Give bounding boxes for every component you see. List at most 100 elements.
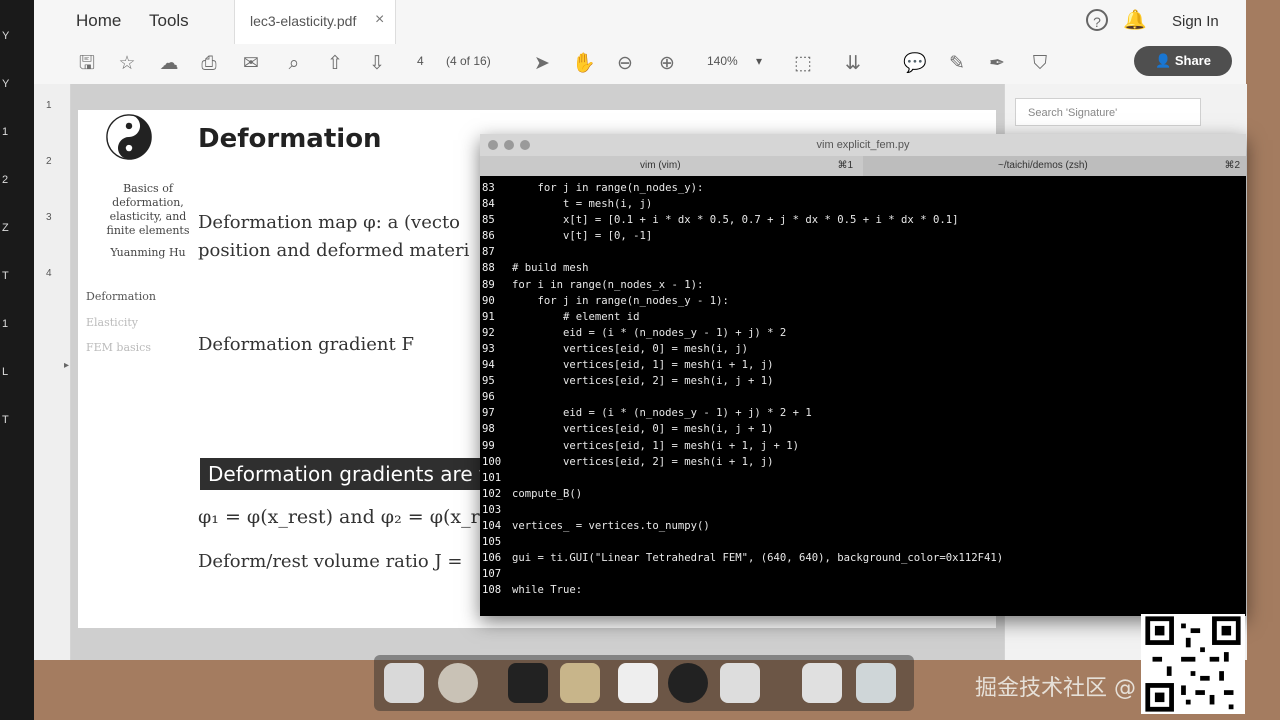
page-count: (4 of 16) <box>446 54 491 68</box>
obs-icon[interactable] <box>668 663 708 703</box>
page-thumb-1[interactable]: 1 <box>46 100 52 111</box>
nav-fem-basics[interactable]: FEM basics <box>86 341 151 354</box>
home-tab[interactable]: Home <box>76 11 121 31</box>
line-number: 91 <box>482 310 495 323</box>
slide-text-deformation-map: Deformation map φ: a (vecto <box>198 212 461 233</box>
keynote-icon[interactable] <box>560 663 600 703</box>
zoom-level-select[interactable]: 140% <box>707 54 738 68</box>
line-number: 97 <box>482 407 495 420</box>
print-icon[interactable]: ⎙ <box>196 51 222 77</box>
document-tab[interactable]: lec3-elasticity.pdf × <box>234 0 396 44</box>
nav-elasticity[interactable]: Elasticity <box>86 316 138 329</box>
terminal-title: vim explicit_fem.py <box>816 139 910 151</box>
nav-deformation[interactable]: Deformation <box>86 290 156 303</box>
code-line: 101 <box>482 470 1242 486</box>
zoom-in-icon[interactable]: ⊕ <box>654 51 680 77</box>
code-line: 97 eid = (i * (n_nodes_y - 1) + j) * 2 +… <box>482 405 1242 421</box>
line-number: 88 <box>482 262 495 275</box>
code-line: 104 vertices_ = vertices.to_numpy() <box>482 518 1242 534</box>
bell-icon[interactable]: 🔔 <box>1122 8 1148 34</box>
tag-icon[interactable]: ⛉ <box>1027 51 1053 77</box>
save-icon[interactable]: 🖫 <box>74 51 100 77</box>
line-number: 90 <box>482 294 495 307</box>
sign-in-link[interactable]: Sign In <box>1172 13 1219 30</box>
terminal-tab-shortcut: ⌘1 <box>837 160 853 171</box>
vim-buffer[interactable]: 83 for j in range(n_nodes_y): 84 t = mesh… <box>482 180 1242 600</box>
line-number: 98 <box>482 423 495 436</box>
desktop-edge-label: 1 <box>2 126 9 138</box>
line-number: 99 <box>482 439 495 452</box>
desktop-edge-label: L <box>2 366 9 378</box>
page-fit-icon[interactable]: ⬚ <box>790 51 816 77</box>
desktop-edge-label: 2 <box>2 174 9 186</box>
zoom-window-icon[interactable] <box>520 140 530 150</box>
comment-icon[interactable]: 💬 <box>902 51 928 77</box>
email-icon[interactable]: ✉ <box>238 51 264 77</box>
expand-sidebar-icon[interactable]: ▸ <box>64 360 69 371</box>
desktop-left-edge: Y Y 1 2 Z T 1 L T <box>0 0 34 720</box>
chrome-icon[interactable] <box>438 663 478 703</box>
close-window-icon[interactable] <box>488 140 498 150</box>
signature-search-input[interactable]: Search 'Signature' <box>1015 98 1201 126</box>
finder-icon[interactable] <box>384 663 424 703</box>
code-line: 87 <box>482 244 1242 260</box>
code-line: 83 for j in range(n_nodes_y): <box>482 180 1242 196</box>
page-thumb-3[interactable]: 3 <box>46 212 52 223</box>
page-number-input[interactable]: 4 <box>417 54 424 68</box>
help-icon[interactable]: ? <box>1086 9 1108 31</box>
desktop-edge-label: Y <box>2 30 10 42</box>
acrobat-toolbar: 🖫 ☆ ☁ ⎙ ✉ ⌕ ⇧ ⇩ 4 (4 of 16) ➤ ✋ ⊖ ⊕ 140%… <box>34 44 1246 85</box>
downloads-icon[interactable] <box>802 663 842 703</box>
hand-icon[interactable]: ✋ <box>571 51 597 77</box>
notes-icon[interactable] <box>618 663 658 703</box>
acrobat-icon[interactable] <box>720 663 760 703</box>
terminal-window[interactable]: vim explicit_fem.py vim (vim) ⌘1 ~/taich… <box>480 134 1246 616</box>
page-thumb-4[interactable]: 4 <box>46 268 52 279</box>
code-line: 91 # element id <box>482 309 1242 325</box>
terminal-icon[interactable] <box>508 663 548 703</box>
code-line: 105 <box>482 534 1242 550</box>
line-number: 106 <box>482 552 502 565</box>
select-cursor-icon[interactable]: ➤ <box>529 51 555 77</box>
code-line: 92 eid = (i * (n_nodes_y - 1) + j) * 2 <box>482 325 1242 341</box>
share-button[interactable]: 👤 Share <box>1134 46 1232 76</box>
desktop-edge-label: T <box>2 414 9 426</box>
code-line: 94 vertices[eid, 1] = mesh(i + 1, j) <box>482 357 1242 373</box>
line-number: 86 <box>482 230 495 243</box>
slide-author: Yuanming Hu <box>110 246 186 259</box>
sign-icon[interactable]: ✒ <box>984 51 1010 77</box>
slide-text-phi: φ₁ = φ(x_rest) and φ₂ = φ(x_re <box>198 506 491 528</box>
page-down-icon[interactable]: ⇩ <box>364 51 390 77</box>
trash-icon[interactable] <box>856 663 896 703</box>
slide-title: Deformation <box>198 124 382 154</box>
code-line: 103 <box>482 502 1242 518</box>
desktop-edge-label: Z <box>2 222 9 234</box>
line-code: eid = (i * (n_nodes_y - 1) + j) * 2 <box>512 326 787 339</box>
share-label: Share <box>1174 53 1211 68</box>
code-line: 107 <box>482 566 1242 582</box>
line-number: 84 <box>482 198 495 211</box>
line-code: # build mesh <box>512 262 589 275</box>
close-icon[interactable]: × <box>375 11 384 29</box>
pen-icon[interactable]: ✎ <box>944 51 970 77</box>
page-up-icon[interactable]: ⇧ <box>322 51 348 77</box>
page-thumb-2[interactable]: 2 <box>46 156 52 167</box>
tools-tab[interactable]: Tools <box>149 11 189 31</box>
search-icon[interactable]: ⌕ <box>281 51 307 77</box>
star-icon[interactable]: ☆ <box>114 51 140 77</box>
terminal-title-bar: vim explicit_fem.py <box>480 134 1246 156</box>
scroll-mode-icon[interactable]: ⇊ <box>840 51 866 77</box>
acrobat-top-bar: Home Tools lec3-elasticity.pdf × ? 🔔 Sig… <box>34 0 1246 45</box>
zoom-out-icon[interactable]: ⊖ <box>612 51 638 77</box>
page-thumbnail-sidebar: 1 2 3 4 ▸ <box>34 84 71 660</box>
line-number: 95 <box>482 375 495 388</box>
line-number: 101 <box>482 471 502 484</box>
chevron-down-icon[interactable]: ▾ <box>756 54 762 68</box>
line-code: vertices[eid, 2] = mesh(i + 1, j) <box>512 455 774 468</box>
cloud-upload-icon[interactable]: ☁ <box>156 51 182 77</box>
code-line: 102 compute_B() <box>482 486 1242 502</box>
code-line: 84 t = mesh(i, j) <box>482 196 1242 212</box>
terminal-tab-zsh[interactable]: ~/taichi/demos (zsh) ⌘2 <box>863 156 1246 176</box>
terminal-tab-vim[interactable]: vim (vim) ⌘1 <box>480 156 863 176</box>
minimize-window-icon[interactable] <box>504 140 514 150</box>
